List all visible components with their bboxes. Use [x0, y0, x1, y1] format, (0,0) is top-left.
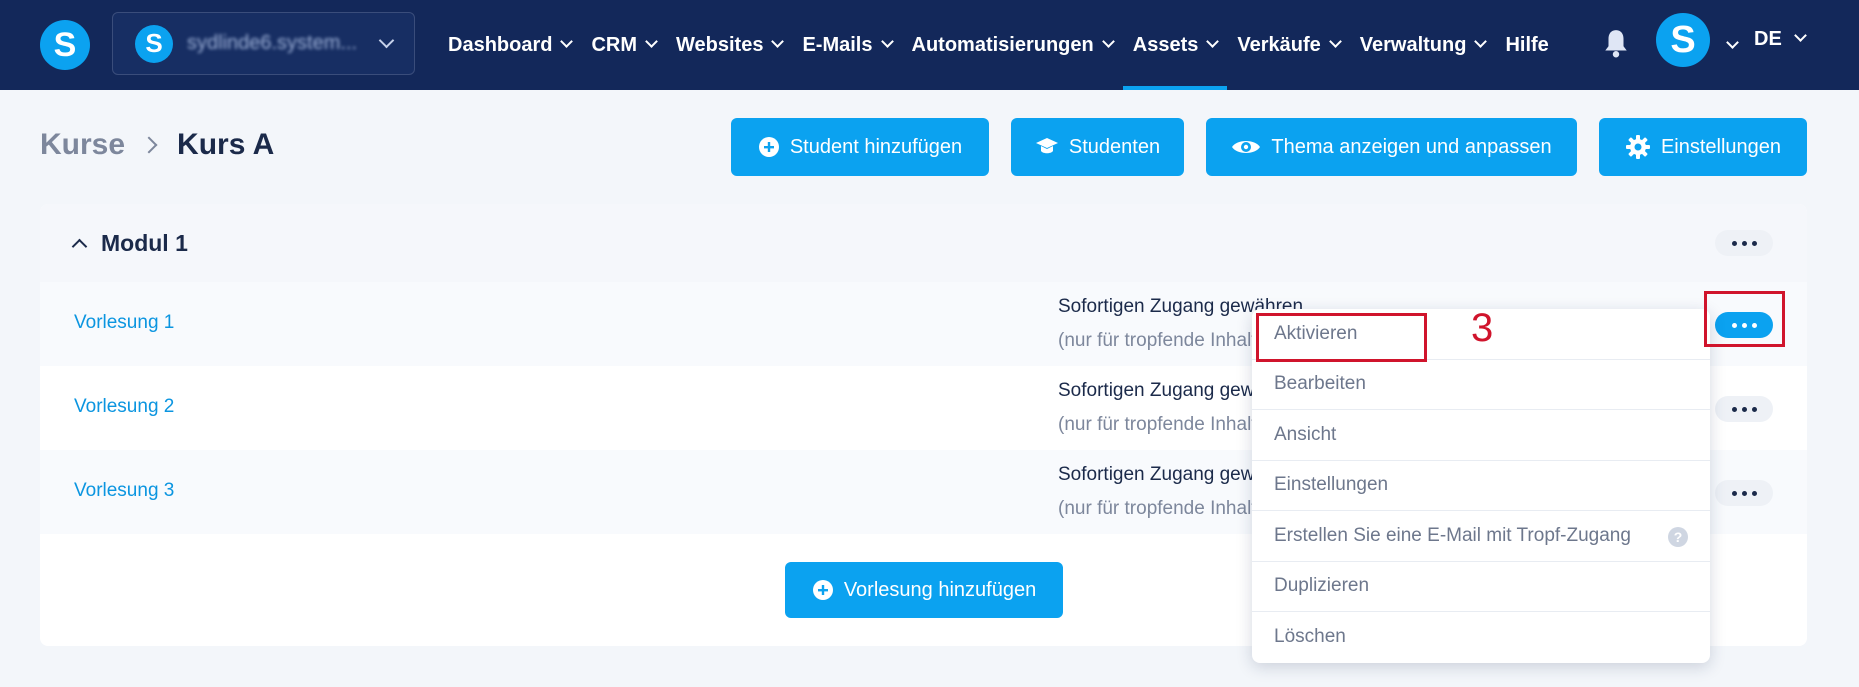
- user-avatar[interactable]: S: [1656, 13, 1710, 67]
- account-switcher[interactable]: S sydlinde6.system...: [112, 12, 415, 75]
- graduation-cap-icon: [1035, 138, 1058, 154]
- app-logo[interactable]: S: [40, 20, 90, 70]
- lecture-more-button[interactable]: [1715, 480, 1773, 506]
- nav-item-verkaeufe[interactable]: Verkäufe: [1227, 0, 1349, 90]
- access-option-subtitle: (nur für tropfende Inhalte): [1058, 498, 1274, 519]
- chevron-down-icon: [1101, 34, 1115, 48]
- dot-icon: [1741, 322, 1747, 328]
- nav-item-verwaltung[interactable]: Verwaltung: [1350, 0, 1496, 90]
- dot-icon: [1731, 322, 1737, 328]
- eye-icon: [1232, 141, 1261, 153]
- nav-item-assets[interactable]: Assets: [1122, 0, 1228, 90]
- nav-item-label: Automatisierungen: [911, 33, 1094, 56]
- nav-item-dashboard[interactable]: Dashboard: [438, 0, 581, 90]
- nav-item-automatisierungen[interactable]: Automatisierungen: [902, 0, 1123, 90]
- dot-icon: [1741, 490, 1747, 496]
- lecture-actions-menu: Aktivieren Bearbeiten Ansicht Einstellun…: [1252, 309, 1710, 663]
- students-button[interactable]: Studenten: [1011, 118, 1184, 176]
- chevron-right-icon: [140, 136, 158, 154]
- nav-item-label: Verwaltung: [1359, 33, 1467, 56]
- nav-item-label: Websites: [676, 33, 764, 56]
- settings-label: Einstellungen: [1660, 135, 1782, 158]
- nav-item-label: E-Mails: [802, 33, 873, 56]
- settings-button[interactable]: Einstellungen: [1599, 118, 1807, 176]
- plus-circle-icon: [758, 137, 779, 157]
- nav-item-label: Dashboard: [448, 33, 553, 56]
- chevron-down-icon: [560, 34, 574, 48]
- lecture-more-button[interactable]: [1715, 396, 1773, 422]
- students-label: Studenten: [1068, 135, 1161, 158]
- theme-button[interactable]: Thema anzeigen und anpassen: [1206, 118, 1577, 176]
- module-more-button[interactable]: [1715, 230, 1773, 256]
- breadcrumb: Kurse Kurs A: [40, 128, 274, 162]
- menu-item-label: Erstellen Sie eine E-Mail mit Tropf-Zuga…: [1274, 524, 1631, 546]
- language-label: DE: [1754, 28, 1782, 50]
- gear-icon: [1625, 135, 1650, 159]
- add-student-button[interactable]: Student hinzufügen: [731, 118, 989, 176]
- chevron-down-icon: [1793, 29, 1807, 42]
- nav-item-emails[interactable]: E-Mails: [792, 0, 901, 90]
- add-lecture-label: Vorlesung hinzufügen: [843, 578, 1037, 601]
- chevron-up-icon[interactable]: [71, 238, 88, 254]
- add-student-label: Student hinzufügen: [789, 135, 963, 158]
- chevron-down-icon: [1328, 34, 1342, 48]
- bell-icon[interactable]: [1603, 28, 1629, 58]
- dot-icon: [1731, 490, 1737, 496]
- plus-circle-icon: [812, 580, 833, 600]
- chevron-down-icon: [771, 34, 785, 48]
- add-lecture-button[interactable]: Vorlesung hinzufügen: [785, 562, 1063, 618]
- lecture-more-button[interactable]: [1715, 312, 1773, 338]
- dot-icon: [1731, 240, 1737, 246]
- language-switcher[interactable]: DE: [1754, 28, 1807, 51]
- module-title: Modul 1: [101, 229, 188, 256]
- dot-icon: [1751, 406, 1757, 412]
- nav-item-label: Assets: [1132, 33, 1199, 56]
- theme-label: Thema anzeigen und anpassen: [1271, 135, 1552, 158]
- chevron-down-icon: [880, 34, 894, 48]
- nav-item-label: Verkäufe: [1237, 33, 1321, 56]
- annotation-step-number: 3: [1471, 306, 1494, 350]
- breadcrumb-parent-link[interactable]: Kurse: [40, 128, 125, 162]
- account-logo: S: [135, 24, 173, 63]
- lecture-link[interactable]: Vorlesung 1: [74, 312, 174, 334]
- nav-item-websites[interactable]: Websites: [666, 0, 792, 90]
- chevron-down-icon: [378, 32, 395, 49]
- lecture-link[interactable]: Vorlesung 3: [74, 480, 174, 502]
- nav-item-label: CRM: [591, 33, 638, 56]
- menu-item-duplicate[interactable]: Duplizieren: [1252, 562, 1710, 612]
- menu-item-view[interactable]: Ansicht: [1252, 410, 1710, 461]
- module-header[interactable]: Modul 1: [40, 204, 1807, 282]
- chevron-down-icon: [645, 34, 658, 48]
- menu-item-edit[interactable]: Bearbeiten: [1252, 360, 1710, 410]
- dot-icon: [1731, 406, 1737, 412]
- menu-item-delete[interactable]: Löschen: [1252, 612, 1710, 663]
- menu-item-settings[interactable]: Einstellungen: [1252, 461, 1710, 511]
- lecture-link[interactable]: Vorlesung 2: [74, 396, 174, 418]
- nav-item-hilfe[interactable]: Hilfe: [1495, 0, 1558, 90]
- chevron-down-icon: [1206, 34, 1220, 48]
- main-menu: Dashboard CRM Websites E-Mails Automatis…: [438, 0, 1559, 90]
- chevron-down-icon: [1474, 34, 1488, 48]
- top-navigation-bar: S S sydlinde6.system... Dashboard CRM We…: [0, 0, 1859, 90]
- dot-icon: [1751, 240, 1757, 246]
- page-title: Kurs A: [177, 128, 275, 161]
- dot-icon: [1741, 406, 1747, 412]
- access-option-subtitle: (nur für tropfende Inhalte): [1058, 330, 1274, 351]
- menu-item-create-drip-email[interactable]: Erstellen Sie eine E-Mail mit Tropf-Zuga…: [1252, 511, 1710, 562]
- dot-icon: [1751, 322, 1757, 328]
- dot-icon: [1751, 490, 1757, 496]
- chevron-down-icon[interactable]: [1726, 36, 1739, 49]
- account-name: sydlinde6.system...: [187, 32, 358, 54]
- access-option-subtitle: (nur für tropfende Inhalte): [1058, 414, 1274, 435]
- nav-item-crm[interactable]: CRM: [581, 0, 666, 90]
- nav-item-label: Hilfe: [1505, 33, 1549, 56]
- dot-icon: [1741, 240, 1747, 246]
- help-icon[interactable]: ?: [1668, 527, 1688, 547]
